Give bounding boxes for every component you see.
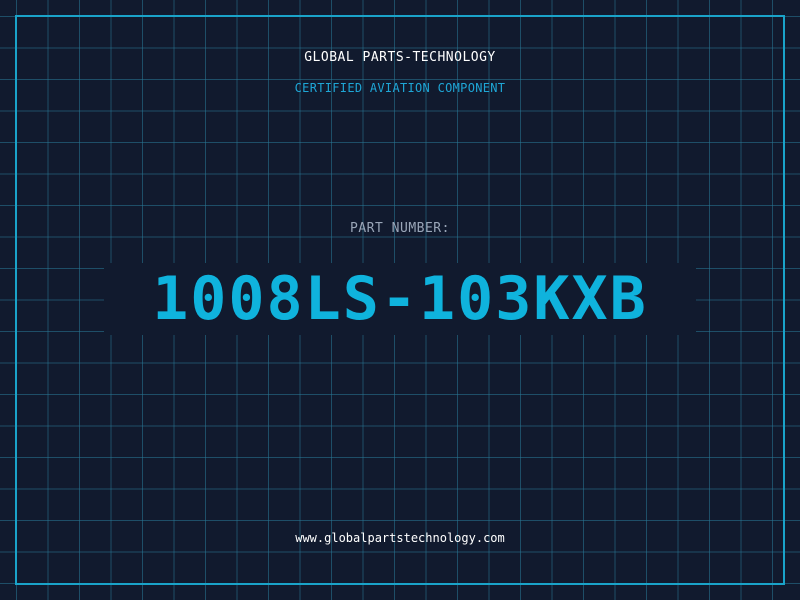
certification-subtitle: CERTIFIED AVIATION COMPONENT: [294, 81, 506, 95]
part-number-panel: 1008LS-103KXB: [104, 263, 696, 335]
website-url: www.globalpartstechnology.com: [295, 531, 505, 545]
part-number-value: 1008LS-103KXB: [152, 264, 648, 334]
company-name: GLOBAL PARTS-TECHNOLOGY: [304, 50, 496, 65]
part-number-label: PART NUMBER:: [350, 221, 450, 236]
